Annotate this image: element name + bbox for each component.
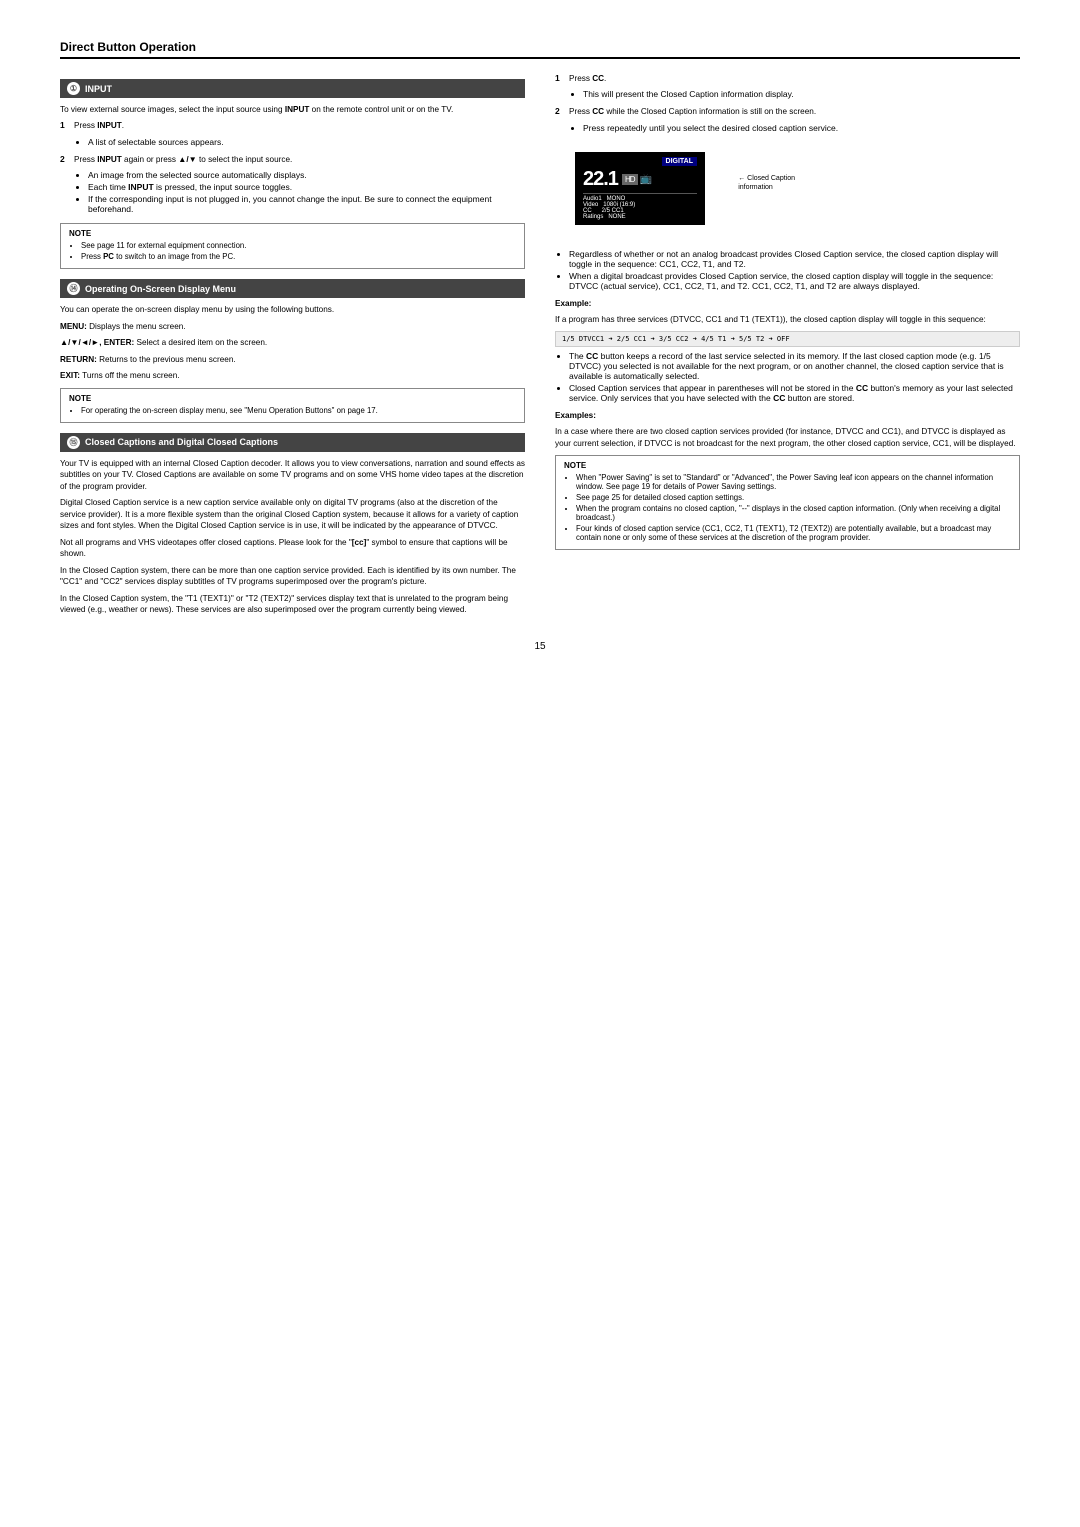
cc-para-2: Digital Closed Caption service is a new …: [60, 497, 525, 531]
tv-screen-wrap: Air DIGITAL 22.1 HD 📺 Audio1 MONO Video …: [575, 146, 705, 231]
cc-bullets-after-example: The CC button keeps a record of the last…: [555, 351, 1020, 403]
right-column: 1 Press CC. This will present the Closed…: [555, 69, 1020, 621]
cc-para-4: In the Closed Caption system, there can …: [60, 565, 525, 588]
osd-section-label: Operating On-Screen Display Menu: [85, 284, 236, 294]
cc-info-label: ← Closed Captioninformation: [738, 174, 795, 192]
left-column: ① INPUT To view external source images, …: [60, 69, 525, 621]
osd-intro: You can operate the on-screen display me…: [60, 304, 525, 315]
osd-section-num: ⑭: [67, 282, 80, 295]
cc-section-bar: ⑮ Closed Captions and Digital Closed Cap…: [60, 433, 525, 452]
input-steps: 1 Press INPUT. A list of selectable sour…: [60, 120, 525, 217]
input-step-1: 1 Press INPUT. A list of selectable sour…: [60, 120, 525, 149]
section-title-text: Direct Button Operation: [60, 40, 196, 54]
input-intro: To view external source images, select t…: [60, 104, 525, 115]
input-note: NOTE See page 11 for external equipment …: [60, 223, 525, 269]
cc-bullets-after-screen: Regardless of whether or not an analog b…: [555, 249, 1020, 291]
cc-para-5: In the Closed Caption system, the "T1 (T…: [60, 593, 525, 616]
section-heading: Direct Button Operation: [60, 40, 1020, 59]
cc-section-label: Closed Captions and Digital Closed Capti…: [85, 437, 278, 447]
sequence-bar: 1/5 DTVCC1 ➜ 2/5 CC1 ➜ 3/5 CC2 ➜ 4/5 T1 …: [555, 331, 1020, 347]
input-section-label: INPUT: [85, 84, 112, 94]
input-step-2: 2 Press INPUT again or press ▲/▼ to sele…: [60, 154, 525, 217]
cc-para-1: Your TV is equipped with an internal Clo…: [60, 458, 525, 492]
cc-steps: 1 Press CC. This will present the Closed…: [555, 73, 1020, 136]
page-container: Direct Button Operation ① INPUT To view …: [60, 40, 1020, 652]
cc-step-1: 1 Press CC. This will present the Closed…: [555, 73, 1020, 102]
osd-section-bar: ⑭ Operating On-Screen Display Menu: [60, 279, 525, 298]
tv-screen: Air DIGITAL 22.1 HD 📺 Audio1 MONO Video …: [575, 152, 705, 225]
cc-para-3: Not all programs and VHS videotapes offe…: [60, 537, 525, 560]
cc-step-2: 2 Press CC while the Closed Caption info…: [555, 106, 1020, 135]
page-number: 15: [60, 641, 1020, 652]
osd-note: NOTE For operating the on-screen display…: [60, 388, 525, 423]
cc-section-num: ⑮: [67, 436, 80, 449]
input-section-num: ①: [67, 82, 80, 95]
input-section-bar: ① INPUT: [60, 79, 525, 98]
cc-note: NOTE When "Power Saving" is set to "Stan…: [555, 455, 1020, 550]
